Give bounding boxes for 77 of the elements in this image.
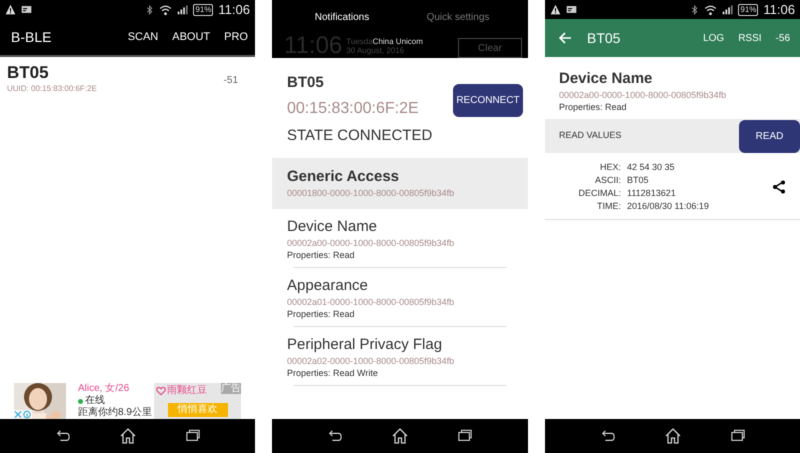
app-title: BT05 [587, 28, 622, 48]
clock: 11:06 [763, 0, 795, 19]
ad-label: 广告 [221, 383, 241, 394]
device-address: 00:15:83:00:6F:2E [287, 99, 420, 119]
menu-action[interactable]: SCAN [128, 28, 158, 46]
characteristic-uuid: 00002a00-0000-1000-8000-00805f9b34fb [287, 237, 456, 249]
shade-date: 30 August, 2016 [346, 46, 406, 55]
device-name: BT05 [287, 73, 325, 93]
value-label: DECIMAL: [577, 187, 621, 200]
characteristic-properties: Properties: Read Write [287, 367, 379, 379]
menu-action[interactable]: RSSI [738, 30, 762, 46]
warning-icon [550, 4, 561, 15]
menu-action[interactable]: LOG [703, 30, 724, 46]
device-name[interactable]: BT05 [7, 63, 224, 83]
back-icon [600, 429, 616, 443]
recent-apps-icon [730, 429, 746, 443]
home-icon [392, 428, 408, 444]
value-label: TIME: [596, 200, 621, 213]
wifi-icon [704, 4, 718, 16]
bluetooth-icon [690, 4, 700, 16]
shade-day: Tuesda [346, 37, 373, 46]
value-label: ASCII: [594, 174, 621, 187]
wifi-icon [159, 4, 172, 16]
ad-choices-icon [14, 410, 32, 419]
value-text: 1112813621 [627, 187, 677, 200]
characteristic-uuid: 00002a01-0000-1000-8000-00805f9b34fb [287, 296, 456, 308]
characteristic-name[interactable]: Appearance [287, 276, 528, 296]
signal-icon [177, 4, 188, 15]
value-text: 2016/08/30 11:06:19 [627, 200, 710, 213]
warning-icon [5, 4, 16, 15]
characteristic-uuid: 00002a00-0000-1000-8000-00805f9b34fb [559, 89, 728, 101]
clock: 11:06 [218, 0, 250, 19]
back-icon [54, 429, 70, 443]
shade-tab[interactable]: Quick settings [400, 10, 516, 24]
bluetooth-icon [145, 4, 154, 16]
characteristic-properties: Properties: Read [287, 308, 356, 320]
menu-action[interactable]: PRO [224, 28, 248, 46]
online-status: 在线 [85, 395, 105, 406]
home-icon [120, 428, 136, 444]
battery-indicator: 91% [738, 4, 758, 16]
signal-icon [722, 4, 734, 15]
device-uuid: UUID: 00:15:83:00:6F:2E [7, 83, 98, 95]
characteristic-name[interactable]: Peripheral Privacy Flag [287, 335, 528, 355]
app-title: B-BLE [11, 28, 52, 46]
back-icon [326, 429, 343, 443]
read-button[interactable]: READ [739, 120, 800, 152]
recent-apps-icon [457, 429, 474, 443]
menu-action[interactable]: ABOUT [172, 28, 210, 46]
signal-strength: -56 [776, 32, 790, 46]
shade-tab[interactable]: Notifications [284, 10, 400, 24]
ad-brand: 雨颗红豆 [167, 385, 207, 397]
message-icon [566, 4, 577, 15]
share-button[interactable] [772, 180, 786, 194]
characteristic-properties: Properties: Read [287, 249, 356, 261]
value-text: 42 54 30 35 [627, 161, 676, 174]
read-values-label: READ VALUES [559, 129, 622, 142]
characteristic-name: Device Name [559, 69, 654, 89]
characteristic-name[interactable]: Device Name [287, 217, 528, 237]
service-name: Generic Access [287, 167, 400, 187]
home-icon [664, 428, 680, 444]
characteristic-uuid: 00002a02-0000-1000-8000-00805f9b34fb [287, 355, 456, 367]
signal-strength: -51 [224, 74, 238, 88]
heart-icon [156, 386, 166, 396]
characteristic-properties: Properties: Read [559, 101, 628, 113]
carrier-name: China Unicom [372, 37, 423, 46]
ad-name: Alice, 女/26 [78, 383, 130, 394]
value-label: HEX: [598, 161, 621, 174]
recent-apps-icon [184, 429, 200, 443]
reconnect-button[interactable]: RECONNECT [453, 84, 523, 116]
message-icon [21, 4, 32, 15]
service-item[interactable]: Generic Access 00001800-0000-1000-8000-00805f9b34fb [272, 158, 528, 209]
ad-distance: 距离你约8.9公里 [78, 407, 152, 419]
back-button[interactable] [559, 32, 571, 44]
battery-indicator: 91% [193, 4, 214, 16]
value-text: BT05 [627, 174, 650, 187]
connection-state: STATE CONNECTED [287, 126, 434, 146]
service-uuid: 00001800-0000-1000-8000-00805f9b34fb [287, 187, 456, 200]
